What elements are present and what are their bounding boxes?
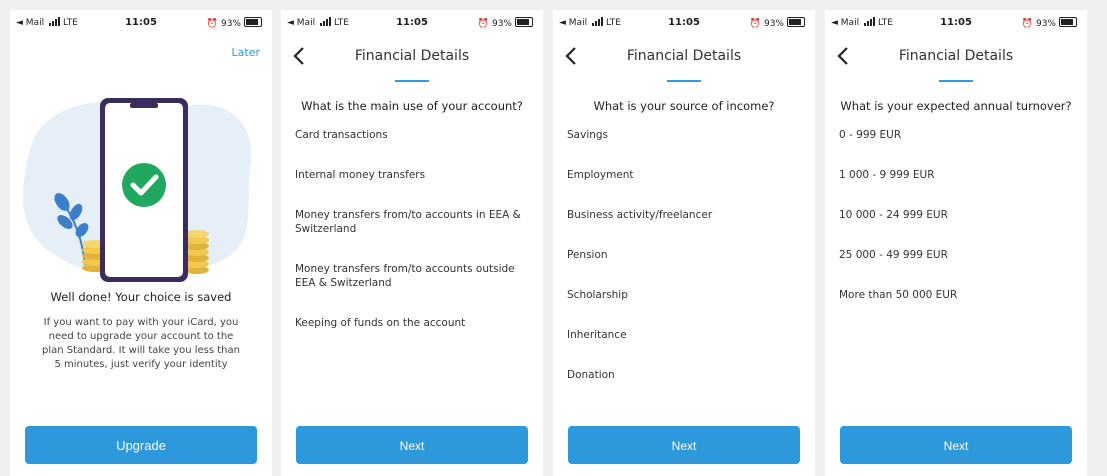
option-item[interactable]: Card transactions	[295, 128, 533, 142]
option-item[interactable]: Pension	[567, 248, 805, 288]
question-title: What is your source of income?	[593, 99, 775, 113]
option-item[interactable]: Keeping of funds on the account	[295, 316, 533, 330]
option-item[interactable]: Inheritance	[567, 328, 805, 368]
upgrade-button[interactable]: Upgrade	[25, 426, 257, 464]
alarm-icon: ⏰	[1021, 19, 1034, 29]
option-item[interactable]: Employment	[567, 168, 805, 208]
success-title: Well done! Your choice is saved	[50, 290, 232, 304]
screen-upgrade: ◄ Mail LTE 11:05 ⏰ 93% Later Well done! …	[10, 10, 272, 476]
battery-icon	[787, 17, 805, 27]
step-indicator	[667, 80, 701, 82]
option-item[interactable]: More than 50 000 EUR	[839, 288, 1077, 328]
next-button[interactable]: Next	[568, 426, 800, 464]
battery-label: 93%	[763, 19, 784, 29]
option-item[interactable]: 1 000 - 9 999 EUR	[839, 168, 1077, 208]
page-title: Financial Details	[898, 48, 1014, 64]
status-bar: ◄ Mail LTE 11:05 ⏰ 93%	[825, 16, 1087, 32]
battery-icon	[244, 17, 262, 27]
header: Financial Details	[281, 44, 543, 74]
battery-label: 93%	[1035, 19, 1056, 29]
battery-icon	[1059, 17, 1077, 27]
screen-income-source: ◄ Mail LTE 11:05 ⏰ 93% Financial Details…	[553, 10, 815, 476]
checkmark-icon	[122, 163, 166, 207]
question-title: What is your expected annual turnover?	[840, 99, 1072, 113]
later-link[interactable]: Later	[232, 46, 260, 59]
coins-right-icon	[185, 230, 209, 274]
battery-label: 93%	[220, 19, 241, 29]
screen-account-use: ◄ Mail LTE 11:05 ⏰ 93% Financial Details…	[281, 10, 543, 476]
option-item[interactable]: Money transfers from/to accounts in EEA …	[295, 208, 533, 236]
option-item[interactable]: Savings	[567, 128, 805, 168]
question-title: What is the main use of your account?	[301, 99, 523, 113]
option-item[interactable]: 10 000 - 24 999 EUR	[839, 208, 1077, 248]
header: Financial Details	[825, 44, 1087, 74]
option-item[interactable]: Business activity/freelancer	[567, 208, 805, 248]
page-title: Financial Details	[354, 48, 470, 64]
options-list: 0 - 999 EUR 1 000 - 9 999 EUR 10 000 - 2…	[839, 128, 1077, 328]
alarm-icon: ⏰	[749, 19, 762, 29]
status-bar: ◄ Mail LTE 11:05 ⏰ 93%	[10, 16, 272, 32]
option-item[interactable]: Donation	[567, 368, 805, 408]
status-bar: ◄ Mail LTE 11:05 ⏰ 93%	[281, 16, 543, 32]
battery-label: 93%	[491, 19, 512, 29]
option-item[interactable]: Scholarship	[567, 288, 805, 328]
option-item[interactable]: Money transfers from/to accounts outside…	[295, 262, 533, 290]
screen-annual-turnover: ◄ Mail LTE 11:05 ⏰ 93% Financial Details…	[825, 10, 1087, 476]
option-item[interactable]: Internal money transfers	[295, 168, 533, 182]
status-bar: ◄ Mail LTE 11:05 ⏰ 93%	[553, 16, 815, 32]
option-item[interactable]: 0 - 999 EUR	[839, 128, 1077, 168]
page-title: Financial Details	[626, 48, 742, 64]
header: Financial Details	[553, 44, 815, 74]
step-indicator	[939, 80, 973, 82]
phone-illustration	[22, 98, 252, 282]
success-description: If you want to pay with your iCard, you …	[42, 317, 240, 370]
alarm-icon: ⏰	[206, 19, 219, 29]
options-list: Card transactions Internal money transfe…	[295, 128, 533, 356]
next-button[interactable]: Next	[840, 426, 1072, 464]
option-item[interactable]: 25 000 - 49 999 EUR	[839, 248, 1077, 288]
battery-icon	[515, 17, 533, 27]
next-button[interactable]: Next	[296, 426, 528, 464]
options-list: Savings Employment Business activity/fre…	[567, 128, 805, 408]
step-indicator	[395, 80, 429, 82]
alarm-icon: ⏰	[477, 19, 490, 29]
